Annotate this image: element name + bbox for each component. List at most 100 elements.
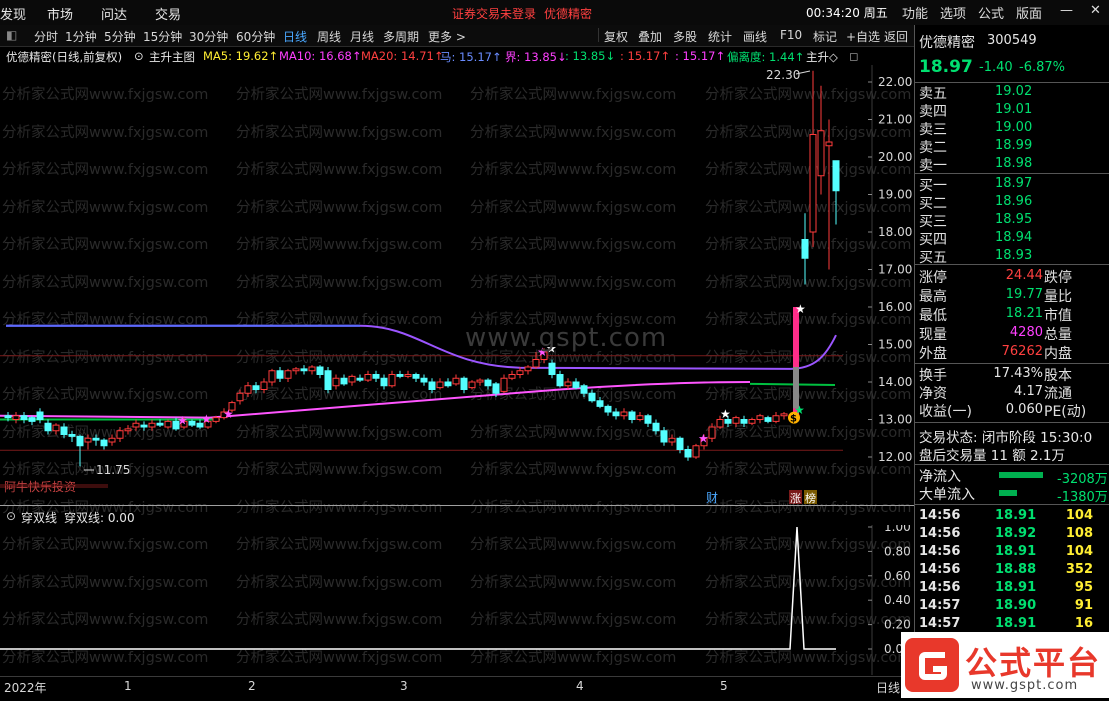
star-marker-icon: ★ [177,413,188,427]
candlestick-chart[interactable]: 22.00 21.00 20.00 19.00 18.00 17.00 16.00 15.00… [0,65,914,505]
price-change-pct: -6.87% [1019,60,1065,75]
trade-status: 交易状态: 闭市阶段 15:30:0 [919,430,1093,446]
sub-axis-label: 1.00 [884,525,911,534]
menu-discover[interactable]: 发现 [0,4,26,23]
ask-label: 卖三 [919,122,947,138]
toolbar-collapse-icon[interactable]: ◧ [6,28,17,42]
btn-f10[interactable]: F10 [780,28,802,42]
btn-back[interactable]: 返回 [884,28,908,45]
btn-biaoji[interactable]: 标记 [813,28,837,45]
bid-price[interactable]: 18.93 [995,248,1032,263]
candle [364,374,372,381]
menu-market[interactable]: 市场 [47,4,73,23]
price-axis-label: 18.00 [878,225,912,239]
candle [396,374,404,377]
after-hours-volume: 盘后交易量 11 额 2.1万 [919,448,1066,464]
menu-layout[interactable]: 版面 [1016,3,1042,22]
fin-label: 收益(一) [919,404,972,420]
chart-stock-name: 优德精密(日线,前复权) [6,50,123,64]
bid-price[interactable]: 18.96 [995,194,1032,209]
period-weekly[interactable]: 周线 [317,28,341,45]
main-indicator-toggle-icon[interactable]: ⊙ [134,49,144,63]
btn-huaxian[interactable]: 画线 [743,28,767,45]
star-marker-icon: ★ [201,412,212,426]
main-indicator-label[interactable]: 主升主图 [149,49,195,65]
menu-function[interactable]: 功能 [902,3,928,22]
period-5min[interactable]: 5分钟 [104,28,136,45]
time-axis: 2022年 1 2 3 4 5 日线 [0,676,914,699]
x-tick: 1 [124,679,132,693]
candle [108,437,116,443]
bid-price[interactable]: 18.97 [995,176,1032,191]
sub-indicator-chart[interactable]: 1.000.800.600.400.200.00 [0,525,914,675]
candle [668,437,676,443]
sub-indicator-name[interactable]: 穿双线 [21,509,57,526]
bid-price[interactable]: 18.95 [995,212,1032,227]
period-30min[interactable]: 30分钟 [189,28,228,45]
cai-tag: 财 [706,491,718,505]
candle [52,424,60,432]
candle [596,400,604,407]
period-fenshi[interactable]: 分时 [34,28,58,45]
candle [12,415,20,420]
close-icon[interactable]: ✕ [1090,3,1101,18]
period-15min[interactable]: 15分钟 [143,28,182,45]
period-1min[interactable]: 1分钟 [65,28,97,45]
candle [292,368,300,372]
ask-price[interactable]: 18.98 [995,156,1032,171]
tick-price: 18.91 [995,616,1037,631]
stat-label-2: 总量 [1044,327,1072,343]
candle [572,381,580,389]
bid-price[interactable]: 18.94 [995,230,1032,245]
big-inflow-label: 大单流入 [919,487,975,503]
candle [692,445,700,458]
btn-fuquan[interactable]: 复权 [604,28,628,45]
fin-label-2: PE(动) [1044,404,1087,420]
menu-formula[interactable]: 公式 [978,3,1004,22]
ask-price[interactable]: 19.02 [995,84,1032,99]
candle [236,392,244,402]
ask-price[interactable]: 19.00 [995,120,1032,135]
login-status[interactable]: 证券交易未登录 [452,5,536,22]
period-monthly[interactable]: 月线 [350,28,374,45]
candle [20,415,28,420]
candle [348,375,356,383]
candle [436,381,444,389]
btn-zixuan[interactable]: +自选 [846,28,880,45]
stat-label: 最低 [919,308,947,324]
candle [412,374,420,379]
x-tick: 2022年 [4,681,47,695]
ask-price[interactable]: 18.99 [995,138,1032,153]
candle [428,381,436,390]
candle [516,370,524,375]
candle [444,381,452,387]
candle [548,362,556,375]
author-label: 阿牛快乐投资 [4,479,76,494]
price-axis-label: 13.00 [878,413,912,427]
candle [44,422,52,432]
period-60min[interactable]: 60分钟 [236,28,275,45]
collapse-icon[interactable]: ◻ [849,49,859,63]
sub-axis-label: 0.60 [884,569,911,583]
menu-trade[interactable]: 交易 [155,4,181,23]
tick-price: 18.92 [995,526,1037,541]
tick-volume: 16 [1074,616,1093,631]
sub-indicator-toggle-icon[interactable]: ⊙ [6,509,16,523]
menu-wenda[interactable]: 问达 [101,4,127,23]
horse-line [6,324,837,370]
period-daily[interactable]: 日线 [283,28,307,45]
candle [620,411,628,417]
net-inflow-bar [999,472,1043,478]
period-multi[interactable]: 多周期 [383,28,419,45]
minimize-icon[interactable]: — [1060,3,1073,18]
ask-price[interactable]: 19.01 [995,102,1032,117]
period-more[interactable]: 更多 > [428,28,466,45]
gspt-logo: 公式平台 www.gspt.com [901,632,1109,698]
star-marker-icon: ★ [720,407,731,421]
menu-options[interactable]: 选项 [940,3,966,22]
btn-tongji[interactable]: 统计 [708,28,732,45]
btn-diejia[interactable]: 叠加 [638,28,662,45]
btn-duogu[interactable]: 多股 [673,28,697,45]
tick-volume: 95 [1074,580,1093,595]
value-2: : 15.17↑ [620,49,671,63]
